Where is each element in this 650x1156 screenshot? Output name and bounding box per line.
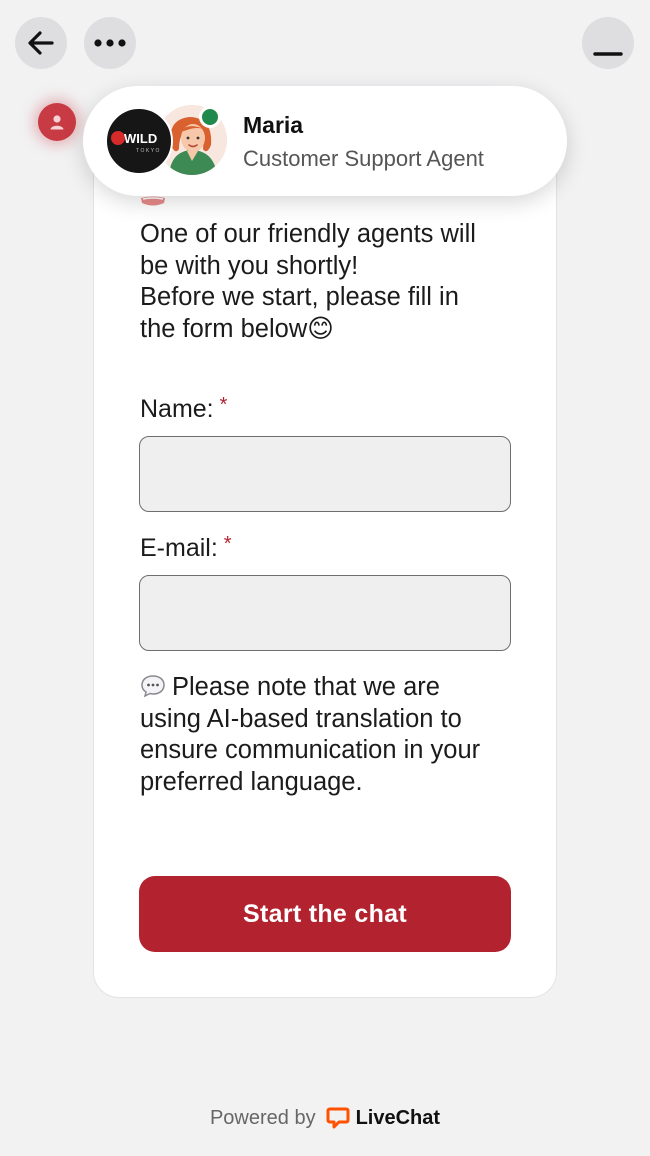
required-mark: * <box>223 533 232 555</box>
svg-text:TOKYO: TOKYO <box>136 148 161 154</box>
more-options-button[interactable] <box>84 17 136 69</box>
note-line: preferred language. <box>140 767 363 796</box>
required-mark: * <box>219 394 228 416</box>
name-label-text: Name: <box>140 395 214 423</box>
translation-note: Please note that we are using AI-based t… <box>140 672 530 798</box>
welcome-line: One of our friendly agents will <box>140 220 476 248</box>
name-field[interactable] <box>139 436 511 512</box>
ellipsis-icon <box>94 39 126 47</box>
sushi-icon <box>141 196 165 206</box>
agent-header: WILD TOKYO Maria Customer Support Agent <box>83 86 567 196</box>
welcome-message: One of our friendly agents will be with … <box>140 219 520 345</box>
chat-widget: WILD TOKYO Maria Customer Support Agent … <box>0 0 650 1156</box>
minimize-button[interactable] <box>582 17 634 69</box>
welcome-line: the form below😊 <box>140 314 334 343</box>
arrow-left-icon <box>28 31 54 55</box>
minimize-icon <box>593 52 623 56</box>
visitor-avatar <box>38 103 76 141</box>
svg-text:WILD: WILD <box>124 131 157 146</box>
email-label-text: E-mail: <box>140 534 218 562</box>
note-line: using AI-based translation to <box>140 704 462 733</box>
speech-bubble-icon <box>141 675 165 698</box>
note-line: Please note that we are <box>140 672 530 704</box>
agent-name: Maria <box>243 112 304 138</box>
user-icon <box>50 115 64 130</box>
note-line-text: Please note that we are <box>172 673 440 701</box>
note-line: ensure communication in your <box>140 736 481 764</box>
agent-role: Customer Support Agent <box>243 146 484 171</box>
welcome-line: be with you shortly! <box>140 251 359 280</box>
online-status-dot <box>199 106 221 128</box>
back-button[interactable] <box>15 17 67 69</box>
email-label: E-mail: * <box>140 533 232 563</box>
welcome-line: Before we start, please fill in <box>140 283 459 311</box>
powered-by-footer[interactable]: Powered by LiveChat <box>0 1106 650 1130</box>
email-field[interactable] <box>139 575 511 651</box>
powered-by-text: Powered by <box>209 1106 316 1129</box>
start-chat-button[interactable]: Start the chat <box>139 876 511 952</box>
wild-tokyo-logo: WILD TOKYO <box>111 131 161 154</box>
name-label: Name: * <box>140 394 227 424</box>
livechat-logo-icon <box>326 1106 350 1130</box>
livechat-brand: LiveChat <box>355 1106 441 1129</box>
brand-logo: WILD TOKYO <box>105 107 173 175</box>
